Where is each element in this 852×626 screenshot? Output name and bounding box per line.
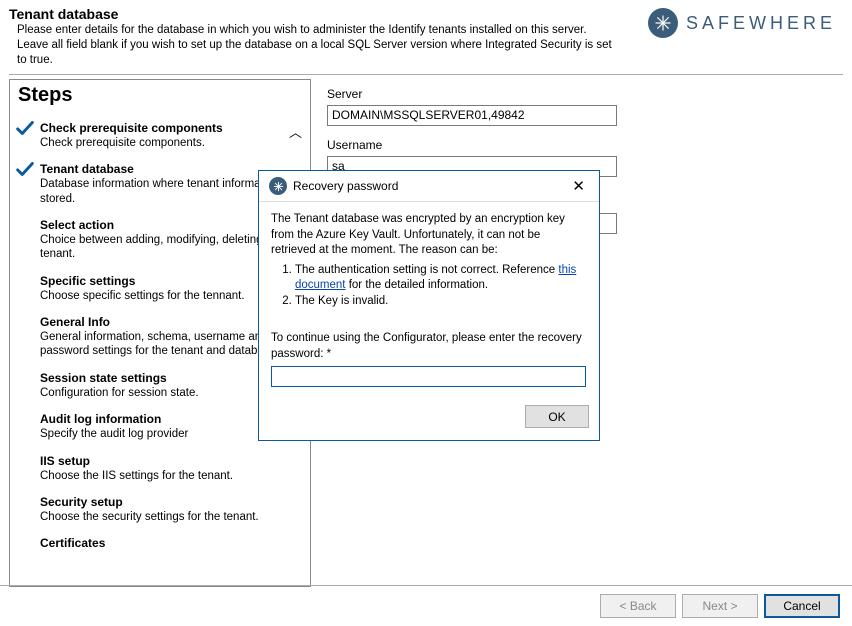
dialog-title: Recovery password [293, 179, 398, 193]
check-icon [14, 158, 36, 186]
step-item[interactable]: IIS setupChoose the IIS settings for the… [16, 454, 308, 483]
step-item[interactable]: Check prerequisite componentsCheck prere… [16, 121, 308, 150]
step-item[interactable]: Certificates [16, 536, 308, 550]
dialog-reason-2: The Key is invalid. [295, 294, 587, 310]
snowflake-icon [648, 8, 678, 38]
recovery-password-input[interactable] [271, 366, 586, 387]
server-label: Server [327, 87, 839, 101]
page-description: Please enter details for the database in… [9, 23, 619, 68]
step-title: Check prerequisite components [40, 121, 308, 135]
server-input[interactable] [327, 105, 617, 126]
dialog-continue-text: To continue using the Configurator, plea… [271, 331, 587, 362]
back-button: < Back [600, 594, 676, 618]
wizard-footer: < Back Next > Cancel [0, 585, 852, 626]
dialog-intro: The Tenant database was encrypted by an … [271, 212, 587, 259]
step-desc: Choose the security settings for the ten… [40, 510, 308, 524]
check-icon [14, 117, 36, 145]
dialog-reason-1: The authentication setting is not correc… [295, 263, 587, 294]
cancel-button[interactable]: Cancel [764, 594, 840, 618]
ok-button[interactable]: OK [525, 405, 589, 428]
recovery-password-dialog: Recovery password ✕ The Tenant database … [258, 170, 600, 441]
step-desc: Choose the IIS settings for the tenant. [40, 469, 308, 483]
page-title: Tenant database [9, 6, 648, 22]
username-label: Username [327, 138, 839, 152]
reason1-prefix: The authentication setting is not correc… [295, 264, 558, 276]
brand-name: SAFEWHERE [686, 13, 836, 34]
reason1-suffix: for the detailed information. [346, 279, 489, 291]
steps-title: Steps [16, 84, 308, 107]
step-title: Certificates [40, 536, 308, 550]
step-desc: Check prerequisite components. [40, 136, 308, 150]
next-button: Next > [682, 594, 758, 618]
step-item[interactable]: Security setupChoose the security settin… [16, 495, 308, 524]
brand-logo: SAFEWHERE [648, 6, 836, 38]
snowflake-icon [269, 177, 287, 195]
close-icon[interactable]: ✕ [568, 177, 589, 195]
step-title: IIS setup [40, 454, 308, 468]
step-title: Security setup [40, 495, 308, 509]
